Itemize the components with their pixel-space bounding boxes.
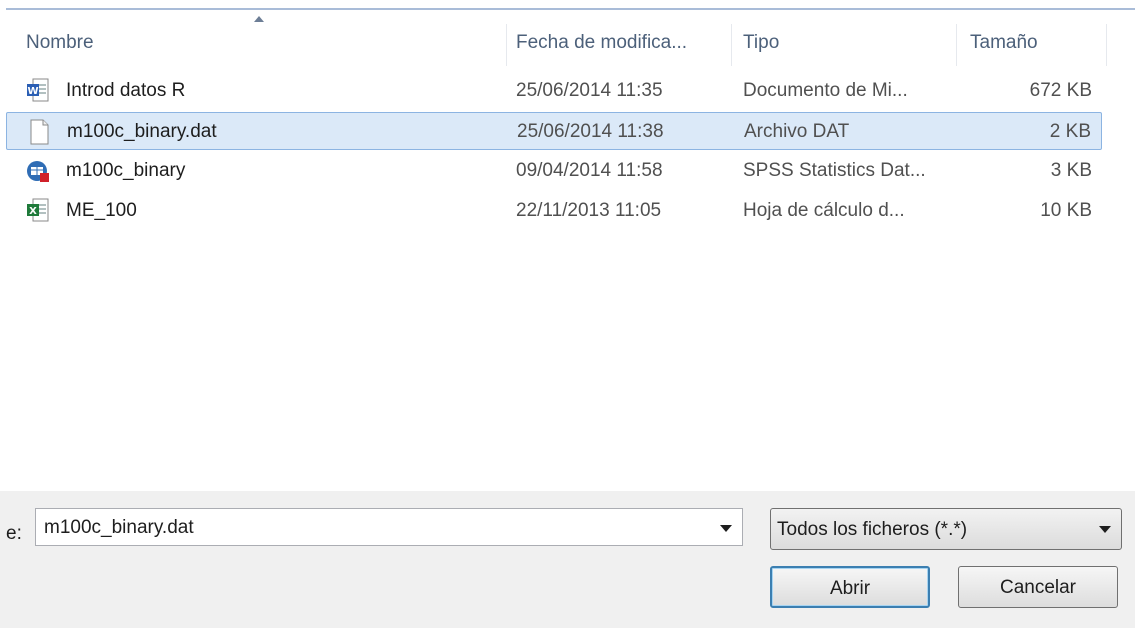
column-separator[interactable]	[506, 24, 507, 66]
blank-file-icon	[30, 119, 49, 145]
window-top-border	[0, 0, 1135, 10]
file-row-me-100[interactable]: X ME_100 22/11/2013 11:05 Hoja de cálcul…	[6, 192, 1102, 230]
file-date: 09/04/2014 11:58	[516, 160, 663, 181]
spss-data-icon	[27, 161, 49, 182]
open-button[interactable]: Abrir	[770, 566, 930, 608]
file-row-introd-datos-r[interactable]: W Introd datos R 25/06/2014 11:35 Docume…	[6, 72, 1102, 110]
file-date: 25/06/2014 11:38	[517, 121, 664, 142]
file-type: Hoja de cálculo d...	[743, 200, 905, 221]
column-separator[interactable]	[956, 24, 957, 66]
file-type: Archivo DAT	[744, 121, 850, 142]
column-header-row: Nombre Fecha de modifica... Tipo Tamaño	[6, 16, 1116, 66]
file-type: Documento de Mi...	[743, 80, 908, 101]
svg-text:W: W	[27, 86, 38, 97]
column-header-size[interactable]: Tamaño	[970, 16, 1100, 66]
file-row-m100c-binary-dat[interactable]: m100c_binary.dat 25/06/2014 11:38 Archiv…	[6, 112, 1102, 150]
file-name: m100c_binary	[66, 160, 186, 181]
word-document-icon: W	[27, 78, 49, 102]
cancel-button[interactable]: Cancelar	[958, 566, 1118, 608]
file-row-m100c-binary[interactable]: m100c_binary 09/04/2014 11:58 SPSS Stati…	[6, 152, 1102, 190]
column-header-date[interactable]: Fecha de modifica...	[516, 16, 736, 66]
file-name-value[interactable]: m100c_binary.dat	[44, 517, 194, 539]
file-date: 25/06/2014 11:35	[516, 80, 663, 101]
file-type-filter-value: Todos los ficheros (*.*)	[777, 519, 968, 540]
dialog-bottom-pane: e: m100c_binary.dat Todos los ficheros (…	[0, 491, 1135, 628]
file-name-combobox[interactable]: m100c_binary.dat	[35, 508, 743, 546]
file-size: 3 KB	[1050, 160, 1092, 181]
column-separator[interactable]	[731, 24, 732, 66]
excel-spreadsheet-icon: X	[27, 198, 49, 222]
file-size: 2 KB	[1049, 121, 1091, 142]
file-date: 22/11/2013 11:05	[516, 200, 662, 221]
file-type-filter-dropdown[interactable]: Todos los ficheros (*.*)	[770, 508, 1122, 550]
file-list-pane[interactable]: Nombre Fecha de modifica... Tipo Tamaño …	[6, 10, 1135, 491]
chevron-down-icon[interactable]	[1099, 526, 1111, 533]
chevron-down-icon[interactable]	[720, 525, 732, 532]
file-name-label: e:	[6, 523, 22, 544]
file-size: 672 KB	[1029, 80, 1092, 101]
file-type: SPSS Statistics Dat...	[743, 160, 926, 181]
file-name: Introd datos R	[66, 80, 186, 101]
file-name: m100c_binary.dat	[67, 121, 217, 142]
file-size: 10 KB	[1040, 200, 1092, 221]
column-header-type[interactable]: Tipo	[743, 16, 953, 66]
svg-text:X: X	[29, 206, 37, 217]
column-separator[interactable]	[1106, 24, 1107, 66]
file-name: ME_100	[66, 200, 137, 221]
column-header-name[interactable]: Nombre	[26, 16, 516, 66]
